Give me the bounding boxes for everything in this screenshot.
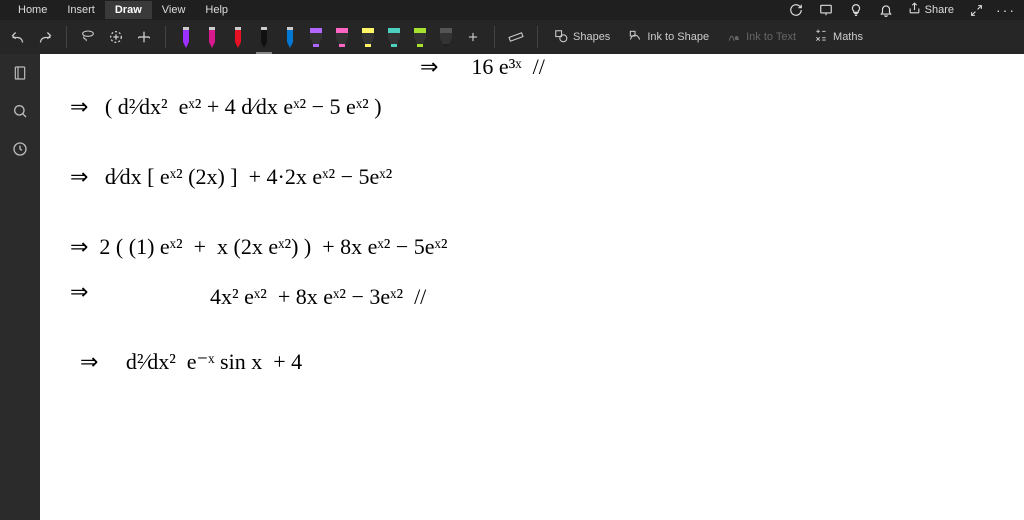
maths-button[interactable]: Maths xyxy=(808,27,869,48)
hw-line-0: ⇒ 16 e³ˣ // xyxy=(420,54,545,80)
hw-line-4: ⇒ xyxy=(70,279,88,305)
hw-line-1: ⇒ ( d²⁄dx² eˣ² + 4 d⁄dx eˣ² − 5 eˣ² ) xyxy=(70,94,382,120)
ink-to-text-button: a Ink to Text xyxy=(721,27,802,48)
ink-to-shape-button[interactable]: Ink to Shape xyxy=(622,27,715,48)
menu-help[interactable]: Help xyxy=(195,1,238,19)
pen-black[interactable] xyxy=(254,24,274,50)
hl-teal[interactable] xyxy=(384,24,404,50)
ink-to-text-icon: a xyxy=(727,29,741,46)
hl-yellow[interactable] xyxy=(358,24,378,50)
hw-line-4b: 4x² eˣ² + 8x eˣ² − 3eˣ² // xyxy=(210,284,426,310)
pen-blue[interactable] xyxy=(280,24,300,50)
hl-purple[interactable] xyxy=(306,24,326,50)
hl-pink[interactable] xyxy=(332,24,352,50)
hw-line-2: ⇒ d⁄dx [ eˣ² (2x) ] + 4·2x eˣ² − 5eˣ² xyxy=(70,164,392,190)
maths-icon xyxy=(814,29,828,46)
pen-red[interactable] xyxy=(228,24,248,50)
ink-to-shape-icon xyxy=(628,29,642,46)
svg-text:a: a xyxy=(735,35,739,41)
menubar: Home Insert Draw View Help Share ··· xyxy=(0,0,1024,20)
more-icon[interactable]: ··· xyxy=(998,2,1014,18)
share-button[interactable]: Share xyxy=(908,2,954,18)
hw-line-5: ⇒ d²⁄dx² e⁻ˣ sin x + 4 xyxy=(80,349,302,375)
menu-home[interactable]: Home xyxy=(8,1,57,19)
bell-icon[interactable] xyxy=(878,2,894,18)
ink-canvas[interactable]: ⇒ 16 e³ˣ // ⇒ ( d²⁄dx² eˣ² + 4 d⁄dx eˣ² … xyxy=(40,54,1024,520)
hl-black[interactable] xyxy=(436,24,456,50)
menu-view[interactable]: View xyxy=(152,1,196,19)
fullscreen-icon[interactable] xyxy=(968,2,984,18)
eraser-button[interactable] xyxy=(133,26,155,48)
lightbulb-icon[interactable] xyxy=(848,2,864,18)
present-icon[interactable] xyxy=(818,2,834,18)
sync-icon[interactable] xyxy=(788,2,804,18)
add-pen-button[interactable] xyxy=(462,26,484,48)
pen-purple[interactable] xyxy=(176,24,196,50)
ink-to-shape-label: Ink to Shape xyxy=(647,31,709,43)
ruler-button[interactable] xyxy=(505,26,527,48)
ink-to-text-label: Ink to Text xyxy=(746,31,796,43)
main-area: ⇒ 16 e³ˣ // ⇒ ( d²⁄dx² eˣ² + 4 d⁄dx eˣ² … xyxy=(0,54,1024,520)
maths-label: Maths xyxy=(833,31,863,43)
search-icon[interactable] xyxy=(9,100,31,122)
shapes-icon xyxy=(554,29,568,46)
share-label: Share xyxy=(925,4,954,16)
hw-line-3: ⇒ 2 ( (1) eˣ² + x (2x eˣ²) ) + 8x eˣ² − … xyxy=(70,234,448,260)
draw-ribbon: Shapes Ink to Shape a Ink to Text Maths xyxy=(0,20,1024,54)
share-icon xyxy=(908,2,921,18)
shapes-label: Shapes xyxy=(573,31,610,43)
recent-icon[interactable] xyxy=(9,138,31,160)
redo-button[interactable] xyxy=(34,26,56,48)
pen-magenta[interactable] xyxy=(202,24,222,50)
notebooks-icon[interactable] xyxy=(9,62,31,84)
lasso-select-button[interactable] xyxy=(77,26,99,48)
menu-draw[interactable]: Draw xyxy=(105,1,152,19)
insert-space-button[interactable] xyxy=(105,26,127,48)
pen-gallery xyxy=(176,24,484,50)
undo-button[interactable] xyxy=(6,26,28,48)
menu-insert[interactable]: Insert xyxy=(57,1,105,19)
shapes-button[interactable]: Shapes xyxy=(548,27,616,48)
hl-green[interactable] xyxy=(410,24,430,50)
left-sidebar xyxy=(0,54,40,520)
